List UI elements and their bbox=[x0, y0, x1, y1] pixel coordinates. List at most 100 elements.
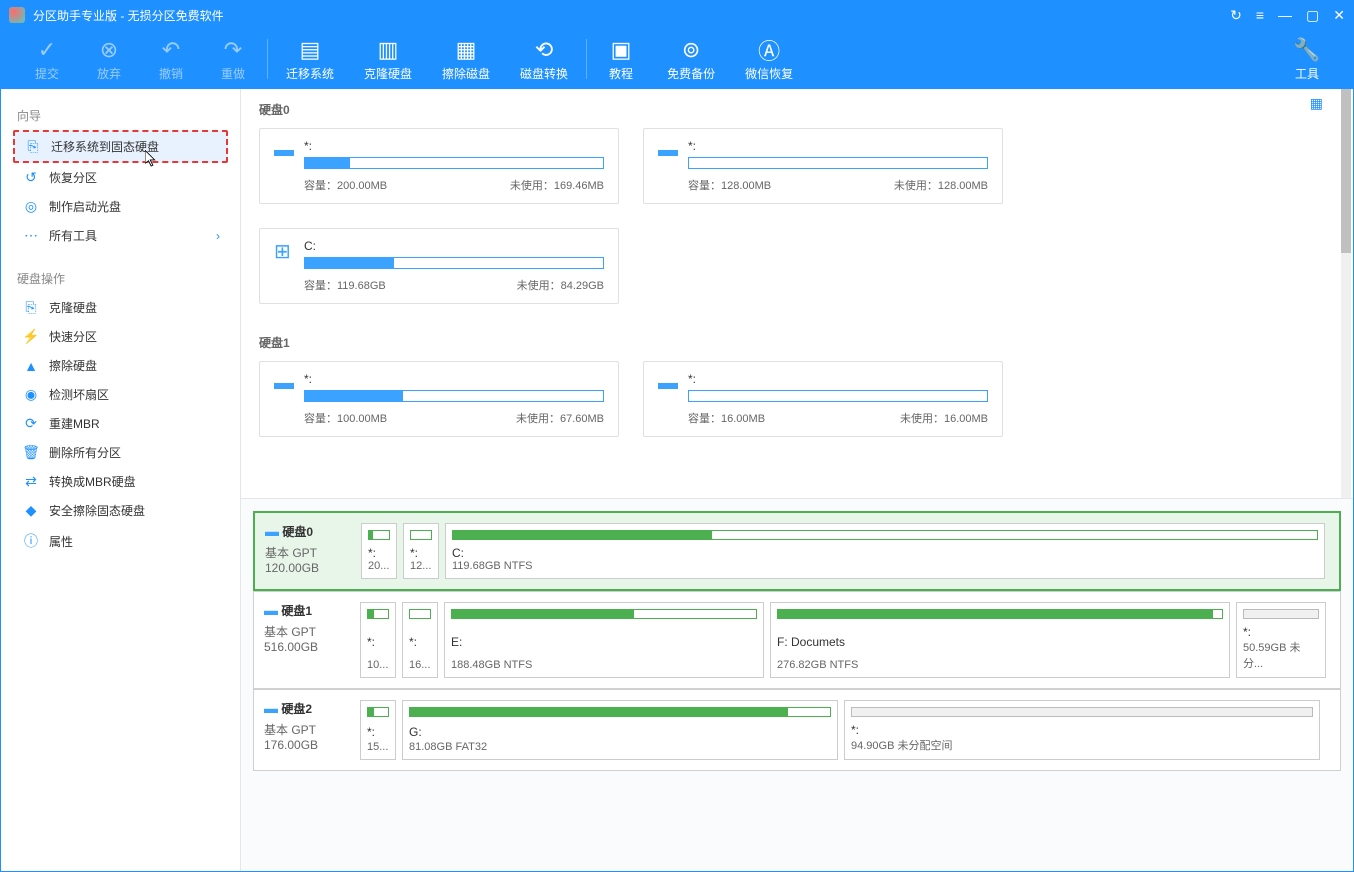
wipe-disk-button[interactable]: ▦擦除磁盘 bbox=[432, 33, 500, 86]
free-label: 未使用：169.46MB bbox=[510, 177, 604, 193]
partition-card-view: ▦ 硬盘0▬*:容量：200.00MB未使用：169.46MB▬*:容量：128… bbox=[241, 89, 1353, 499]
sidebar-diskops-item-5[interactable]: 🗑删除所有分区 bbox=[13, 438, 228, 467]
disk-convert-button[interactable]: ⟲磁盘转换 bbox=[510, 33, 578, 86]
disk-graph-view: ▬ 硬盘0基本 GPT120.00GB*:20...*:12...C:119.6… bbox=[241, 499, 1353, 871]
partition-segment[interactable]: *:12... bbox=[403, 523, 439, 579]
sidebar-item-icon: ◎ bbox=[21, 198, 41, 215]
drive-icon: ▬ bbox=[274, 139, 304, 162]
menu-icon[interactable]: ≡ bbox=[1256, 7, 1264, 24]
partition-name: C: bbox=[304, 239, 604, 253]
sidebar-item-icon: ⋯ bbox=[21, 227, 41, 244]
sidebar-diskops-item-0[interactable]: ⎘克隆硬盘 bbox=[13, 293, 228, 322]
partition-segment[interactable]: F: Documets276.82GB NTFS bbox=[770, 602, 1230, 678]
capacity-label: 容量：200.00MB bbox=[304, 177, 387, 193]
tools-button[interactable]: 🔧工具 bbox=[1281, 33, 1333, 86]
partition-card[interactable]: ▬*:容量：16.00MB未使用：16.00MB bbox=[643, 361, 1003, 437]
sidebar-diskops-item-6[interactable]: ⇄转换成MBR硬盘 bbox=[13, 467, 228, 496]
sidebar-wizard-item-0[interactable]: ⎘迁移系统到固态硬盘 bbox=[13, 130, 228, 163]
discard-button[interactable]: ⊗放弃 bbox=[83, 33, 135, 86]
partition-name: *: bbox=[304, 139, 604, 153]
segment-name: *: bbox=[409, 635, 431, 649]
sidebar-item-icon: ◉ bbox=[21, 386, 41, 403]
segment-info: 119.68GB NTFS bbox=[452, 560, 1318, 572]
disk-row[interactable]: ▬ 硬盘1基本 GPT516.00GB*:10...*:16...E:188.4… bbox=[253, 591, 1341, 689]
sidebar-diskops-item-3[interactable]: ◉检测坏扇区 bbox=[13, 380, 228, 409]
sidebar-item-label: 属性 bbox=[49, 533, 73, 550]
partition-card[interactable]: ⊞C:容量：119.68GB未使用：84.29GB bbox=[259, 228, 619, 304]
clone-disk-button[interactable]: ▥克隆硬盘 bbox=[354, 33, 422, 86]
sidebar-item-label: 克隆硬盘 bbox=[49, 299, 97, 316]
partition-card[interactable]: ▬*: 容量：200.00MB 未使用：169.46MB bbox=[259, 128, 619, 204]
maximize-button[interactable]: ▢ bbox=[1306, 7, 1319, 24]
wechat-recover-button[interactable]: Ⓐ微信恢复 bbox=[735, 33, 803, 86]
drive-icon: ▬ bbox=[274, 372, 304, 395]
sidebar-wizard-item-3[interactable]: ⋯所有工具› bbox=[13, 221, 228, 250]
disk-row[interactable]: ▬ 硬盘2基本 GPT176.00GB*:15...G:81.08GB FAT3… bbox=[253, 689, 1341, 771]
scrollbar[interactable] bbox=[1341, 89, 1351, 498]
segment-info: 94.90GB 未分配空间 bbox=[851, 737, 1313, 753]
segment-name: E: bbox=[451, 635, 757, 649]
commit-button[interactable]: ✓提交 bbox=[21, 33, 73, 86]
segment-usage-bar bbox=[777, 609, 1223, 619]
segment-info: 12... bbox=[410, 560, 432, 572]
disk-info: ▬ 硬盘2基本 GPT176.00GB bbox=[264, 700, 354, 760]
sidebar-diskops-item-7[interactable]: ◆安全擦除固态硬盘 bbox=[13, 496, 228, 525]
segment-usage-bar bbox=[452, 530, 1318, 540]
sidebar-diskops-item-4[interactable]: ⟳重建MBR bbox=[13, 409, 228, 438]
disk-row[interactable]: ▬ 硬盘0基本 GPT120.00GB*:20...*:12...C:119.6… bbox=[253, 511, 1341, 591]
segment-name: G: bbox=[409, 725, 831, 739]
check-icon: ✓ bbox=[38, 37, 56, 63]
drive-icon: ▬ bbox=[658, 139, 688, 162]
partition-segment[interactable]: E:188.48GB NTFS bbox=[444, 602, 764, 678]
partition-card[interactable]: ▬*:容量：100.00MB未使用：67.60MB bbox=[259, 361, 619, 437]
sidebar-item-label: 重建MBR bbox=[49, 415, 100, 432]
partition-segment[interactable]: G:81.08GB FAT32 bbox=[402, 700, 838, 760]
undo-button[interactable]: ↶撤销 bbox=[145, 33, 197, 86]
window-title: 分区助手专业版 - 无损分区免费软件 bbox=[33, 7, 1230, 24]
disk-type: 基本 GPT bbox=[265, 544, 349, 561]
partition-card[interactable]: ▬*:容量：128.00MB未使用：128.00MB bbox=[643, 128, 1003, 204]
sidebar-wizard-item-2[interactable]: ◎制作启动光盘 bbox=[13, 192, 228, 221]
sidebar-item-icon: ↺ bbox=[21, 169, 41, 186]
backup-button[interactable]: ⊚免费备份 bbox=[657, 33, 725, 86]
sidebar-item-icon: 🗑 bbox=[21, 444, 41, 461]
partition-segment[interactable]: *:10... bbox=[360, 602, 396, 678]
sidebar-diskops-title: 硬盘操作 bbox=[13, 264, 228, 293]
ssd-arrow-icon: ▤ bbox=[300, 37, 321, 63]
sidebar-item-icon: ▲ bbox=[21, 358, 41, 374]
minimize-button[interactable]: — bbox=[1278, 7, 1292, 24]
sidebar-diskops-item-1[interactable]: ⚡快速分区 bbox=[13, 322, 228, 351]
usage-bar bbox=[304, 257, 604, 269]
refresh-icon[interactable]: ↻ bbox=[1230, 7, 1242, 24]
usage-bar bbox=[688, 157, 988, 169]
capacity-label: 容量：119.68GB bbox=[304, 277, 386, 293]
partition-segment[interactable]: *:50.59GB 未分... bbox=[1236, 602, 1326, 678]
partition-segment[interactable]: *:15... bbox=[360, 700, 396, 760]
segment-usage-bar bbox=[367, 707, 389, 717]
capacity-label: 容量：128.00MB bbox=[688, 177, 771, 193]
partition-segment[interactable]: *:16... bbox=[402, 602, 438, 678]
segment-info: 276.82GB NTFS bbox=[777, 659, 1223, 671]
sidebar-item-icon: ⓘ bbox=[21, 531, 41, 551]
sidebar-wizard-item-1[interactable]: ↺ 恢复分区 bbox=[13, 163, 228, 192]
usage-bar bbox=[688, 390, 988, 402]
partition-segment[interactable]: C:119.68GB NTFS bbox=[445, 523, 1325, 579]
sidebar-diskops-item-8[interactable]: ⓘ 属性 bbox=[13, 525, 228, 557]
free-label: 未使用：16.00MB bbox=[900, 410, 988, 426]
segment-usage-bar bbox=[451, 609, 757, 619]
migrate-os-button[interactable]: ▤迁移系统 bbox=[276, 33, 344, 86]
segment-name: *: bbox=[851, 723, 1313, 737]
tutorial-button[interactable]: ▣教程 bbox=[595, 33, 647, 86]
capacity-label: 容量：16.00MB bbox=[688, 410, 765, 426]
partition-segment[interactable]: *:94.90GB 未分配空间 bbox=[844, 700, 1320, 760]
segment-name: C: bbox=[452, 546, 1318, 560]
close-button[interactable]: ✕ bbox=[1333, 7, 1345, 24]
partition-segment[interactable]: *:20... bbox=[361, 523, 397, 579]
sidebar-item-label: 恢复分区 bbox=[49, 169, 97, 186]
view-toggle-icon[interactable]: ▦ bbox=[1310, 95, 1323, 112]
wrench-icon: 🔧 bbox=[1293, 37, 1320, 63]
sidebar-item-label: 快速分区 bbox=[49, 328, 97, 345]
sidebar-diskops-item-2[interactable]: ▲擦除硬盘 bbox=[13, 351, 228, 380]
redo-button[interactable]: ↷重做 bbox=[207, 33, 259, 86]
segment-usage-bar bbox=[409, 707, 831, 717]
